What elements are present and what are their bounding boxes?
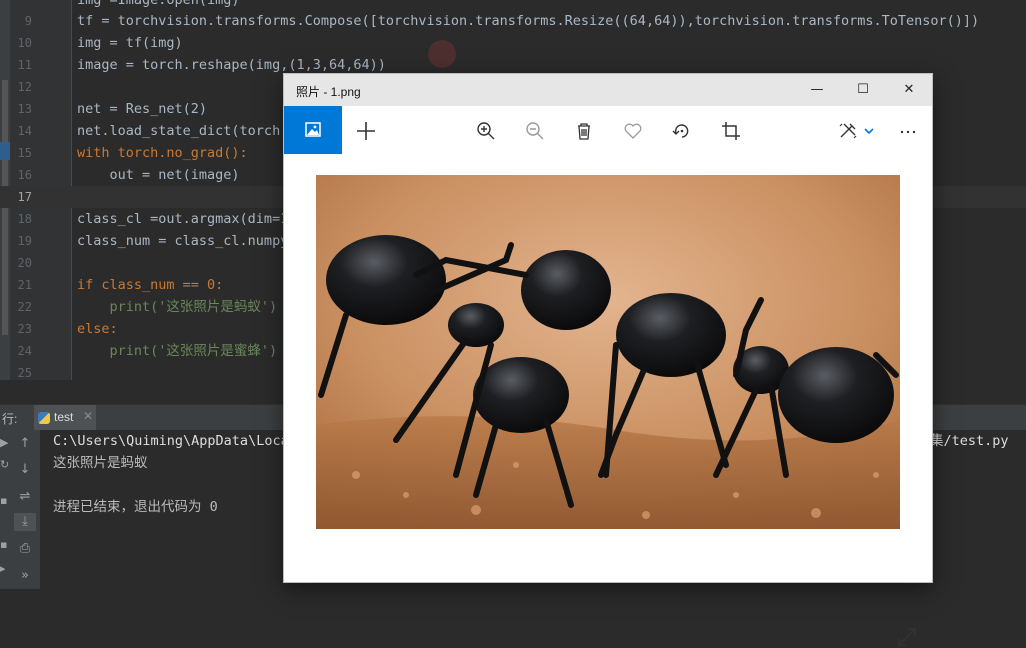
- python-icon: [38, 412, 50, 424]
- edit-icon[interactable]: [835, 118, 861, 144]
- photo-toolbar: [284, 106, 932, 154]
- line-number: 10: [17, 36, 32, 50]
- more-icon[interactable]: »: [14, 567, 36, 585]
- maximize-button[interactable]: ☐: [840, 74, 886, 106]
- code-text: net.load_state_dict(torch.: [77, 123, 289, 139]
- code-text: image = torch.reshape(img,(1,3,64,64)): [77, 57, 386, 73]
- line-number: 18: [17, 212, 32, 226]
- image-view-button[interactable]: [284, 106, 342, 154]
- rotate-icon[interactable]: [669, 118, 695, 144]
- chevron-down-icon[interactable]: [860, 118, 886, 144]
- line-number: 24: [17, 344, 32, 358]
- ant-photo: [316, 175, 900, 529]
- line-number: 13: [17, 102, 32, 116]
- line-number: 21: [17, 278, 32, 292]
- console-path-tail: 集/test.py: [930, 433, 1009, 449]
- photos-window[interactable]: 照片 - 1.png — ☐ ✕: [284, 74, 932, 646]
- fullscreen-icon[interactable]: [896, 626, 918, 648]
- run-label: 行:: [2, 412, 18, 426]
- code-text: if class_num == 0:: [77, 277, 224, 293]
- title-bar[interactable]: 照片 - 1.png — ☐ ✕: [284, 74, 932, 106]
- line-number: 15: [17, 146, 32, 160]
- stop-icon[interactable]: ↻: [0, 458, 9, 471]
- expand-icon[interactable]: ▸: [0, 562, 8, 575]
- print-icon[interactable]: ⎙: [14, 540, 36, 558]
- down-arrow-icon[interactable]: ↓: [14, 461, 36, 479]
- console-result-line: 这张照片是蚂蚁: [53, 455, 148, 471]
- photo-canvas[interactable]: [284, 154, 932, 646]
- line-number: 22: [17, 300, 32, 314]
- run-toolbar: ▶ ↻ ▪ ▪ ▸ ↑ ↓ ⇌ ⤓ ⎙ »: [0, 430, 40, 589]
- code-line: 11 image = torch.reshape(img,(1,3,64,64)…: [0, 54, 1026, 76]
- zoom-in-icon[interactable]: [473, 118, 499, 144]
- code-text: else:: [77, 321, 118, 337]
- line-number: 14: [17, 124, 32, 138]
- rerun-icon[interactable]: ▶: [0, 436, 8, 449]
- settings-icon[interactable]: ▪: [0, 538, 8, 551]
- add-icon[interactable]: [353, 118, 379, 144]
- delete-icon[interactable]: [571, 118, 597, 144]
- code-text: out = net(image): [77, 167, 240, 183]
- line-number: 19: [17, 234, 32, 248]
- image-icon: [305, 122, 321, 137]
- close-button[interactable]: ✕: [886, 74, 932, 106]
- line-number: 12: [17, 80, 32, 94]
- line-number: 20: [17, 256, 32, 270]
- code-text: print('这张照片是蜜蜂'): [77, 343, 278, 359]
- minimize-button[interactable]: —: [794, 74, 840, 106]
- code-text: net = Res_net(2): [77, 101, 208, 117]
- console-exit-line: 进程已结束，退出代码为 0: [53, 499, 218, 515]
- line-number: 9: [24, 14, 32, 28]
- close-icon[interactable]: ✕: [83, 409, 93, 423]
- code-text: tf = torchvision.transforms.Compose([tor…: [77, 13, 980, 29]
- more-icon[interactable]: [896, 118, 922, 144]
- line-number: 16: [17, 168, 32, 182]
- code-text: with torch.no_grad():: [77, 145, 248, 161]
- line-number: 11: [17, 58, 32, 72]
- code-line: 10 img = tf(img): [0, 32, 1026, 54]
- line-number: 17: [17, 190, 32, 204]
- pin-icon[interactable]: ▪: [0, 494, 8, 507]
- window-title: 照片 - 1.png: [296, 85, 361, 99]
- code-text: class_cl =out.argmax(dim=1: [77, 211, 289, 227]
- run-tab-label: test: [54, 410, 74, 424]
- line-number: 23: [17, 322, 32, 336]
- zoom-out-icon[interactable]: [522, 118, 548, 144]
- console-path-line: C:\Users\Quiming\AppData\Loca: [53, 433, 289, 449]
- code-text: print('这张照片是蚂蚁'): [77, 299, 278, 315]
- code-text: class_num = class_cl.numpy: [77, 233, 289, 249]
- code-text: img = tf(img): [77, 35, 183, 51]
- scroll-to-end-icon[interactable]: ⤓: [14, 513, 36, 531]
- up-arrow-icon[interactable]: ↑: [14, 435, 36, 453]
- soft-wrap-icon[interactable]: ⇌: [14, 488, 36, 506]
- crop-icon[interactable]: [718, 118, 744, 144]
- code-line: 9 tf = torchvision.transforms.Compose([t…: [0, 10, 1026, 32]
- favorite-icon[interactable]: [620, 118, 646, 144]
- line-number: 25: [17, 366, 32, 380]
- run-tab-test[interactable]: test ✕: [34, 405, 96, 431]
